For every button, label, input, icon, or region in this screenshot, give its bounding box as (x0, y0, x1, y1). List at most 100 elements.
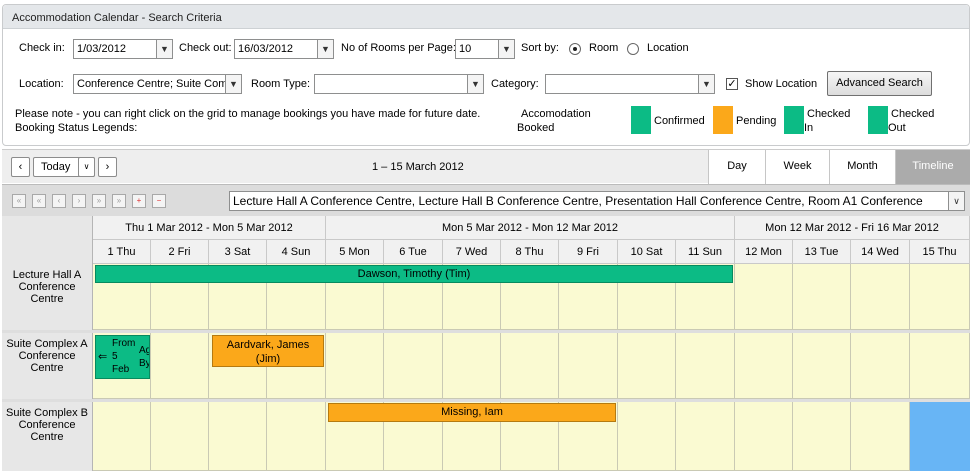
day-header: 10 Sat (618, 240, 676, 264)
booking-event[interactable]: Aardvark, James (Jim) (212, 335, 324, 367)
room-filter-select[interactable]: Lecture Hall A Conference Centre, Lectur… (229, 191, 965, 211)
chevron-down-icon[interactable]: ▼ (498, 40, 514, 58)
booking-event[interactable]: ⇐ From 5 Feb Ag By (95, 335, 150, 379)
day-cell[interactable] (735, 333, 793, 399)
day-header: 7 Wed (443, 240, 501, 264)
day-cell[interactable] (676, 402, 735, 471)
day-header: 15 Thu (910, 240, 970, 264)
remove-icon[interactable]: − (152, 194, 166, 208)
prev-icon[interactable]: ‹ (11, 157, 30, 177)
day-header: 4 Sun (267, 240, 326, 264)
chevron-down-icon[interactable]: ▼ (698, 75, 714, 93)
day-cell[interactable] (851, 402, 910, 471)
grid-corner (2, 216, 93, 264)
advanced-search-button[interactable]: Advanced Search (827, 71, 932, 96)
category-label: Category: (491, 78, 539, 90)
day-cell[interactable] (676, 333, 735, 399)
legend-checked-in-label: Checked (807, 108, 851, 120)
check-out-label: Check out: (179, 42, 232, 54)
day-cell[interactable] (618, 333, 676, 399)
check-out-value: 16/03/2012 (238, 43, 294, 55)
chevron-down-icon[interactable]: ▼ (225, 75, 241, 93)
check-out-field[interactable]: 16/03/2012 ▼ (234, 39, 334, 59)
day-cell[interactable] (209, 402, 267, 471)
day-header: 2 Fri (151, 240, 209, 264)
booking-event[interactable]: Missing, Iam (328, 403, 616, 422)
rooms-per-page-select[interactable]: 10 ▼ (455, 39, 515, 59)
day-cell[interactable] (151, 402, 209, 471)
room-name-line1: Lecture Hall A (12, 269, 82, 281)
room-header: Suite Complex B Conference Centre (2, 402, 93, 471)
day-cell[interactable] (618, 402, 676, 471)
room-name-line1: Suite Complex A (6, 338, 88, 350)
day-cell[interactable] (443, 333, 501, 399)
day-cell[interactable] (735, 264, 793, 330)
legend-pending-label: Pending (736, 115, 777, 127)
room-name-line2: Conference (18, 350, 76, 362)
first-page-icon[interactable]: « (12, 194, 26, 208)
sort-by-label: Sort by: (521, 42, 559, 54)
chevron-down-icon[interactable]: ▼ (467, 75, 483, 93)
tab-month[interactable]: Month (829, 150, 895, 184)
room-filter-value: Lecture Hall A Conference Centre, Lectur… (233, 194, 923, 208)
day-cell[interactable] (735, 402, 793, 471)
day-cell[interactable] (793, 264, 851, 330)
room-name-line3: Centre (30, 431, 64, 443)
tab-day[interactable]: Day (708, 150, 765, 184)
chevron-down-icon[interactable]: ▼ (156, 40, 172, 58)
day-cell[interactable] (793, 402, 851, 471)
calendar-toolbar: ‹ Today ∨ › 1 – 15 March 2012 Day Week M… (2, 149, 970, 184)
day-header: 6 Tue (384, 240, 443, 264)
selected-cell[interactable] (910, 402, 970, 471)
day-cell[interactable] (267, 402, 326, 471)
sort-location-radio[interactable] (627, 43, 639, 55)
day-cell[interactable] (793, 333, 851, 399)
day-header: 3 Sat (209, 240, 267, 264)
legend-confirmed-swatch (631, 106, 651, 134)
category-select[interactable]: ▼ (545, 74, 715, 94)
day-cell[interactable] (151, 333, 209, 399)
event-text: Feb (112, 364, 130, 375)
next-icon[interactable]: › (72, 194, 86, 208)
show-location-label: Show Location (745, 78, 818, 90)
day-cell[interactable] (851, 333, 910, 399)
day-cell[interactable] (910, 333, 970, 399)
rooms-per-page-label: No of Rooms per Page: (341, 42, 456, 54)
week-header: Mon 12 Mar 2012 - Fri 16 Mar 2012 (735, 216, 970, 240)
location-select[interactable]: Conference Centre; Suite Com ▼ (73, 74, 242, 94)
chevron-down-icon[interactable]: ▼ (317, 40, 333, 58)
day-cell[interactable] (851, 264, 910, 330)
show-location-checkbox[interactable]: ✓ (726, 78, 738, 90)
next-fast-icon[interactable]: » (92, 194, 106, 208)
day-header: 14 Wed (851, 240, 910, 264)
next-icon[interactable]: › (98, 157, 117, 177)
prev-icon[interactable]: ‹ (52, 194, 66, 208)
day-cell[interactable] (326, 333, 384, 399)
arrow-left-icon: ⇐ (98, 351, 108, 363)
event-text: By (139, 358, 150, 369)
week-header: Thu 1 Mar 2012 - Mon 5 Mar 2012 (93, 216, 326, 240)
tab-week[interactable]: Week (765, 150, 829, 184)
panel-title: Accommodation Calendar - Search Criteria (3, 5, 969, 29)
chevron-down-icon[interactable]: ∨ (78, 157, 95, 177)
day-cell[interactable] (559, 333, 618, 399)
paging-toolbar: « « ‹ › » » + − Lecture Hall A Conferenc… (2, 184, 970, 216)
tab-timeline[interactable]: Timeline (895, 150, 970, 184)
room-type-label: Room Type: (251, 78, 311, 90)
day-cell[interactable] (384, 333, 443, 399)
room-header: Suite Complex A Conference Centre (2, 333, 93, 399)
sort-room-radio[interactable] (569, 43, 581, 55)
prev-fast-icon[interactable]: « (32, 194, 46, 208)
add-icon[interactable]: + (132, 194, 146, 208)
check-in-field[interactable]: 1/03/2012 ▼ (73, 39, 173, 59)
chevron-down-icon[interactable]: ∨ (948, 192, 964, 210)
last-page-icon[interactable]: » (112, 194, 126, 208)
day-cell[interactable] (910, 264, 970, 330)
room-type-select[interactable]: ▼ (314, 74, 484, 94)
sort-location-label: Location (647, 42, 689, 54)
booking-event[interactable]: Dawson, Timothy (Tim) (95, 265, 733, 283)
day-cell[interactable] (501, 333, 559, 399)
day-cell[interactable] (93, 402, 151, 471)
day-header: 9 Fri (559, 240, 618, 264)
day-header: 12 Mon (735, 240, 793, 264)
